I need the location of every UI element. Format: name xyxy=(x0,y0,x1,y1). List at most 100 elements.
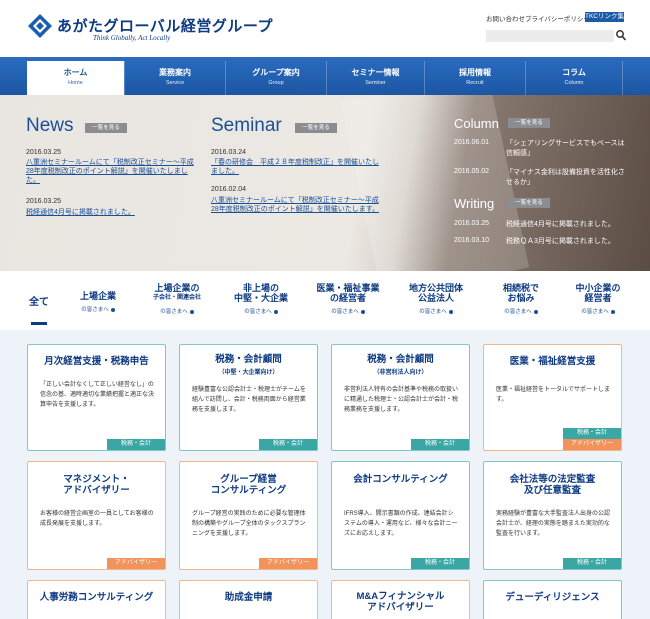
writing-date: 2016.03.10 xyxy=(454,237,490,244)
card-tag: アドバイザリー xyxy=(259,558,317,569)
service-card[interactable]: 税務・会計顧問 （中堅・大企業向け） 経験豊富な公認会計士・税理士がチームを組ん… xyxy=(179,344,318,451)
card-title: 会社法等の法定監査 及び任意監査 xyxy=(509,474,596,496)
nav-column[interactable]: コラム Column xyxy=(525,61,623,95)
news-more-button[interactable]: 一覧を見る xyxy=(85,123,127,133)
category-tab-listed[interactable]: 上場企業 の皆さまへ xyxy=(72,291,124,315)
category-label: 非上場の xyxy=(242,283,279,293)
seminar-title: Seminar xyxy=(211,115,282,136)
service-grid: 月次経営支援・税務申告 「正しい会計なくして正しい経営なし」の信念の基、適時適切… xyxy=(0,330,650,619)
seminar-date: 2016.02.04 xyxy=(211,186,247,193)
category-label: 中小企業の xyxy=(575,283,621,293)
service-card[interactable]: 人事労務コンサルティング xyxy=(27,580,166,619)
nav-column-label: コラム xyxy=(562,68,586,77)
category-tab-sme[interactable]: 中小企業の 経営者 の皆さまへ xyxy=(566,283,630,317)
hero-banner: News 一覧を見る 2016.03.25 八重洲セミナールームにて「税制改正セ… xyxy=(0,95,650,271)
card-description: お客様の経営企画室の一員としてお客様の成長発展を支援します。 xyxy=(40,511,154,527)
card-title: デューディリジェンス xyxy=(505,592,600,603)
category-sub: の皆さまへ xyxy=(566,307,630,317)
category-label: 上場企業の xyxy=(154,283,200,293)
contact-link[interactable]: お問い合わせ xyxy=(486,13,525,23)
service-card[interactable]: 医業・福祉経営支援 医業・福祉経営をトータルでサポートします。 税務・会計 アド… xyxy=(483,344,622,451)
news-date: 2016.03.25 xyxy=(26,149,62,156)
column-link[interactable]: 「シェアリングサービスでもベースは信頼感」 xyxy=(506,139,628,158)
service-card[interactable]: 税務・会計顧問 （非営利法人向け） 非営利法人特有の会計基準や税務の取扱いに精通… xyxy=(331,344,470,451)
writing-link[interactable]: 税務ＱＡ3月号に掲載されました。 xyxy=(506,237,628,247)
nav-service-label: 業務案内 xyxy=(159,68,191,77)
category-sub: の皆さまへ xyxy=(485,307,557,317)
seminar-more-button[interactable]: 一覧を見る xyxy=(295,123,337,133)
column-link[interactable]: 「マイナス金利は設備投資を活性化させるか」 xyxy=(506,168,628,187)
logo-tagline: Think Globally, Act Locally xyxy=(93,34,171,42)
category-label: 相続税で xyxy=(502,283,539,293)
nav-seminar[interactable]: セミナー情報 Seminer xyxy=(326,61,424,95)
category-tab-medical[interactable]: 医業・福祉事業 の経営者 の皆さまへ xyxy=(307,283,389,317)
tkc-link-button[interactable]: TKCリンク集 xyxy=(585,12,624,22)
writing-more-button[interactable]: 一覧を見る xyxy=(508,198,550,208)
category-tab-subsidiary[interactable]: 上場企業の 子会社・関連会社 の皆さまへ xyxy=(138,283,216,317)
search-input[interactable] xyxy=(486,30,614,42)
card-description: グループ経営の実践のために必要な管理体制の構築やグループ全体のタックスプランニン… xyxy=(192,511,306,537)
service-card[interactable]: 助成金申請 xyxy=(179,580,318,619)
search-icon[interactable] xyxy=(615,29,627,42)
seminar-link[interactable]: 「春の研修会 平成２８年度税制改正」を開催いたしました。 xyxy=(211,158,383,176)
category-label-2: 子会社・関連会社 xyxy=(152,295,201,301)
seminar-link[interactable]: 八重洲セミナールームにて「税制改正セミナー～平成28年度税制改正のポイント解説」… xyxy=(211,196,383,214)
news-date: 2016.03.25 xyxy=(26,198,62,205)
news-link[interactable]: 税経通信4月号に掲載されました。 xyxy=(26,208,198,217)
nav-home-label: ホーム xyxy=(63,68,88,77)
service-card[interactable]: 月次経営支援・税務申告 「正しい会計なくして正しい経営なし」の信念の基、適時適切… xyxy=(27,344,166,451)
news-title: News xyxy=(26,115,74,136)
service-card[interactable]: 会計コンサルティング IFRS導入、開示書類の作成、連結会計システムの導入・運用… xyxy=(331,461,470,570)
column-date: 2016.05.02 xyxy=(454,168,490,175)
category-label-2: 公益法人 xyxy=(417,293,454,303)
writing-link[interactable]: 税経通信4月号に掲載されました。 xyxy=(506,220,628,230)
column-more-button[interactable]: 一覧を見る xyxy=(508,118,550,128)
category-tab-unlisted[interactable]: 非上場の 中堅・大企業 の皆さまへ xyxy=(225,283,297,317)
card-subtitle: （非営利法人向け） xyxy=(373,370,428,376)
hero-decoration xyxy=(340,95,530,271)
nav-recruit[interactable]: 採用情報 Recruit xyxy=(424,61,525,95)
site-logo[interactable]: あがたグローバル経営グループ Think Globally, Act Local… xyxy=(27,10,272,42)
nav-group-label: グループ案内 xyxy=(252,68,300,77)
category-sub: の皆さまへ xyxy=(400,307,472,317)
category-label: 上場企業 xyxy=(79,291,116,301)
card-tag: 税務・会計 xyxy=(563,428,621,439)
card-tag: アドバイザリー xyxy=(107,558,165,569)
nav-service[interactable]: 業務案内 Service xyxy=(124,61,225,95)
card-title: 人事労務コンサルティング xyxy=(39,592,154,603)
category-label-2: お悩み xyxy=(507,293,535,303)
category-tab-inheritance[interactable]: 相続税で お悩み の皆さまへ xyxy=(485,283,557,317)
card-tag: 税務・会計 xyxy=(563,558,621,569)
card-description: 実務経験が豊富な大手監査法人出身の公認会計士が、経理の実態を踏まえた実効的な監査… xyxy=(496,511,611,537)
category-sub: の皆さまへ xyxy=(72,305,124,315)
service-card[interactable]: デューディリジェンス xyxy=(483,580,622,619)
card-tag: 税務・会計 xyxy=(259,439,317,450)
nav-seminar-label: セミナー情報 xyxy=(351,68,400,77)
category-sub: の皆さまへ xyxy=(138,307,216,317)
card-title: 月次経営支援・税務申告 xyxy=(44,356,149,367)
news-link[interactable]: 八重洲セミナールームにて「税制改正セミナー～平成28年度税制改正のポイント解説」… xyxy=(26,158,198,185)
category-tab-public[interactable]: 地方公共団体 公益法人 の皆さまへ xyxy=(400,283,472,317)
service-card[interactable]: M&Aフィナンシャル アドバイザリー xyxy=(331,580,470,619)
card-title: 税務・会計顧問 xyxy=(215,354,282,365)
card-title: 会計コンサルティング xyxy=(353,474,448,485)
nav-group[interactable]: グループ案内 Group xyxy=(225,61,326,95)
card-description: 経験豊富な公認会計士・税理士がチームを組んで訪問し、会計・税務両面から経営業務を… xyxy=(192,387,306,413)
category-label: 医業・福祉事業 xyxy=(316,283,380,293)
nav-seminar-sub: Seminer xyxy=(365,80,386,86)
nav-home[interactable]: ホーム Home xyxy=(27,61,124,95)
card-title: M&Aフィナンシャル アドバイザリー xyxy=(356,591,445,613)
category-tab-all[interactable]: 全て xyxy=(29,293,49,308)
service-card[interactable]: グループ経営 コンサルティング グループ経営の実践のために必要な管理体制の構築や… xyxy=(179,461,318,570)
category-label-2: の経営者 xyxy=(329,293,366,303)
privacy-link[interactable]: プライバシーポリシー xyxy=(525,13,590,23)
nav-column-sub: Column xyxy=(564,80,584,86)
service-card[interactable]: 会社法等の法定監査 及び任意監査 実務経験が豊富な大手監査法人出身の公認会計士が… xyxy=(483,461,622,570)
service-card[interactable]: マネジメント・ アドバイザリー お客様の経営企画室の一員としてお客様の成長発展を… xyxy=(27,461,166,570)
card-tag: 税務・会計 xyxy=(411,558,469,569)
card-description: 「正しい会計なくして正しい経営なし」の信念の基、適時適切な業績把握と適正な決算申… xyxy=(40,382,155,408)
column-title: Column xyxy=(454,116,499,131)
writing-date: 2016.03.25 xyxy=(454,220,490,227)
card-title: マネジメント・ アドバイザリー xyxy=(63,474,130,496)
category-sub: の皆さまへ xyxy=(307,307,389,317)
